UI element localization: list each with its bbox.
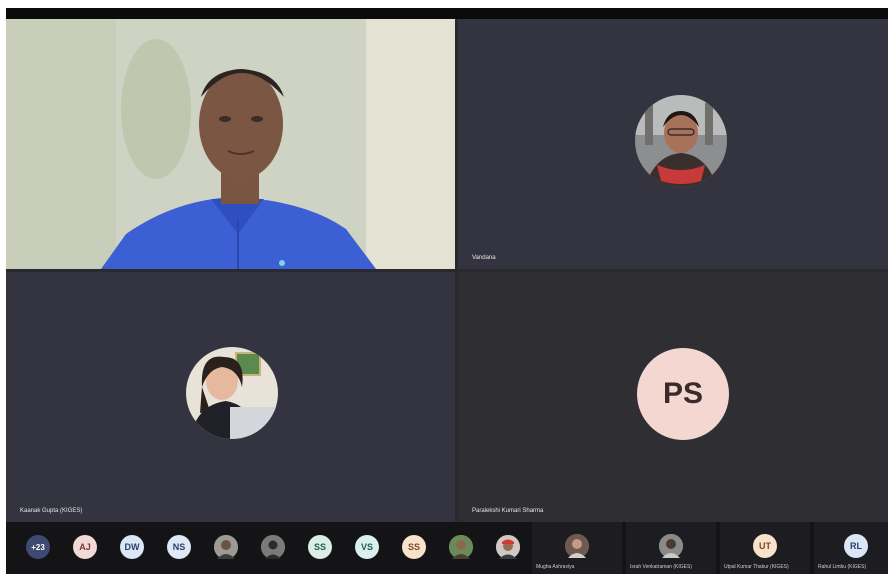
participant-photo-chip[interactable]	[214, 535, 238, 559]
participant-avatar-photo	[186, 347, 278, 439]
participants-strip: +23 AJ DW NS SS VS SS Mugha Ashraviya Is…	[6, 522, 888, 574]
participant-photo-chip	[659, 534, 683, 558]
participant-card[interactable]: RL Rahul Limbu (KIGES)	[814, 522, 888, 574]
participant-chip[interactable]: VS	[355, 535, 379, 559]
video-tile-vandana[interactable]: Vandana	[458, 19, 888, 269]
participant-card[interactable]: UT Utpal Kumar Thakur (KIGES)	[720, 522, 810, 574]
participant-chip[interactable]: DW	[120, 535, 144, 559]
participant-chip[interactable]: SS	[308, 535, 332, 559]
participant-name: Kaanak Gupta (KIGES)	[20, 508, 83, 514]
participant-initials-chip: RL	[844, 534, 868, 558]
participant-name: Israh Venkatraman (KIGES)	[630, 564, 692, 570]
video-tile-kaanak[interactable]: Kaanak Gupta (KIGES)	[6, 272, 455, 522]
video-grid: Vandana Kaanak Gupta (KIGES) PS Paraleks…	[6, 19, 888, 522]
participant-avatar-photo	[635, 95, 727, 187]
participant-photo-chip[interactable]	[449, 535, 473, 559]
participant-name: Vandana	[472, 255, 496, 261]
more-participants-chip[interactable]: +23	[26, 535, 50, 559]
participant-photo-chip[interactable]	[496, 535, 520, 559]
participant-name: Rahul Limbu (KIGES)	[818, 564, 867, 570]
top-bar	[6, 8, 888, 19]
participant-initials-chip: UT	[753, 534, 777, 558]
participant-chip[interactable]: AJ	[73, 535, 97, 559]
presenter-video	[6, 19, 455, 269]
participant-photo-chip	[565, 534, 589, 558]
participant-initials-avatar: PS	[637, 348, 729, 440]
participant-photo-chip[interactable]	[261, 535, 285, 559]
video-tile-ps[interactable]: PS Paralekshi Kumari Sharma	[458, 272, 888, 522]
participant-name: Mugha Ashraviya	[536, 564, 575, 570]
participant-chip[interactable]: SS	[402, 535, 426, 559]
video-tile-main[interactable]	[6, 19, 455, 269]
participant-card[interactable]: Israh Venkatraman (KIGES)	[626, 522, 716, 574]
participant-name: Paralekshi Kumari Sharma	[472, 508, 544, 514]
participant-chip[interactable]: NS	[167, 535, 191, 559]
participant-card[interactable]: Mugha Ashraviya	[532, 522, 622, 574]
participant-name: Utpal Kumar Thakur (KIGES)	[724, 564, 789, 570]
